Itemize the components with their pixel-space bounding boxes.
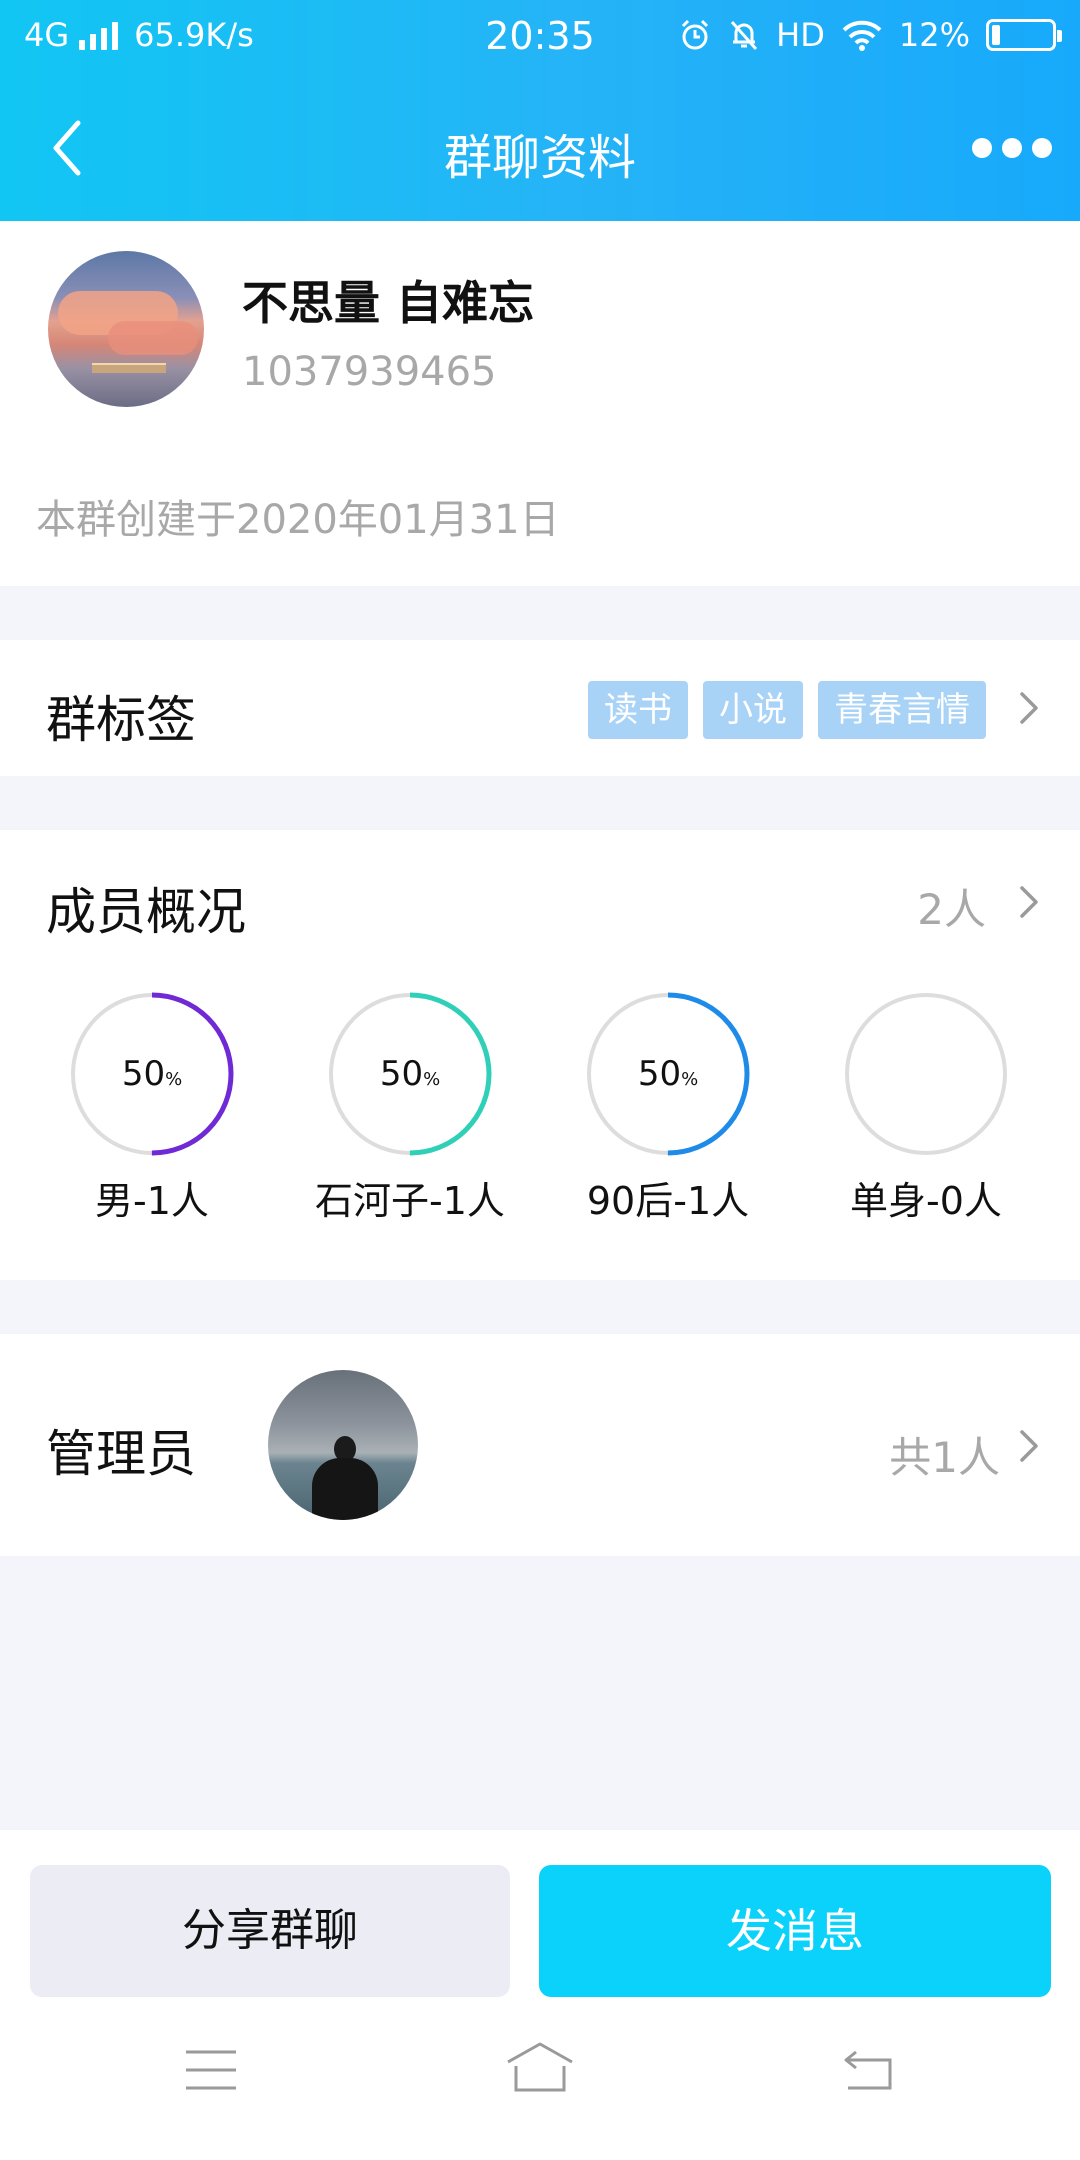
group-id: 1037939465 — [242, 349, 497, 395]
chevron-right-icon — [1020, 1430, 1038, 1462]
group-info-card: 不思量 自难忘 1037939465 本群创建于2020年01月31日 — [0, 221, 1080, 586]
share-group-button[interactable]: 分享群聊 — [30, 1865, 510, 1997]
send-message-button[interactable]: 发消息 — [539, 1865, 1051, 1997]
tag-badge: 读书 — [588, 681, 688, 739]
wifi-icon — [842, 20, 882, 51]
menu-icon[interactable] — [184, 2048, 238, 2092]
stat-label: 石河子-1人 — [315, 1179, 505, 1223]
group-name: 不思量 自难忘 — [242, 276, 535, 330]
member-stat-location: 50% 石河子-1人 — [300, 992, 520, 1225]
back-icon[interactable] — [842, 2048, 896, 2092]
page-title: 群聊资料 — [443, 130, 636, 186]
admin-avatar[interactable] — [268, 1370, 418, 1520]
tag-badge: 小说 — [703, 681, 803, 739]
tag-list: 读书 小说 青春言情 — [588, 681, 986, 739]
stat-percent: 50% — [121, 1054, 183, 1094]
hd-indicator: HD — [776, 16, 825, 54]
stat-label: 90后-1人 — [586, 1179, 750, 1223]
member-overview-title: 成员概况 — [46, 883, 246, 941]
group-created-date: 本群创建于2020年01月31日 — [36, 497, 560, 543]
admin-count: 共1人 — [889, 1433, 1000, 1482]
admin-row[interactable]: 管理员 共1人 — [0, 1334, 1080, 1556]
stat-percent: 50% — [637, 1054, 699, 1094]
mute-bell-icon — [731, 21, 758, 50]
chevron-right-icon — [1020, 886, 1038, 918]
stat-label: 男-1人 — [95, 1179, 209, 1223]
status-right: HD 12% — [678, 16, 1062, 54]
member-overview-section[interactable]: 成员概况 2人 50% 男-1人 50% 石河子-1人 50% 90后-1人 单… — [0, 830, 1080, 1280]
tag-badge: 青春言情 — [818, 681, 986, 739]
battery-icon — [986, 19, 1062, 51]
battery-percent: 12% — [898, 16, 970, 54]
member-stat-age: 50% 90后-1人 — [558, 992, 778, 1225]
stat-percent: 50% — [379, 1054, 441, 1094]
home-icon[interactable] — [504, 2040, 576, 2096]
progress-ring — [845, 993, 1007, 1155]
member-stat-single: 单身-0人 — [816, 992, 1036, 1225]
chevron-right-icon — [1020, 692, 1038, 724]
admin-title: 管理员 — [46, 1425, 196, 1483]
system-navigation-bar — [0, 2042, 1080, 2128]
group-tags-row[interactable]: 群标签 读书 小说 青春言情 — [0, 640, 1080, 776]
bottom-action-bar: 分享群聊 发消息 — [0, 1830, 1080, 2160]
status-bar: 4G 65.9K/s 20:35 HD 12% — [0, 0, 1080, 75]
stat-label: 单身-0人 — [850, 1179, 1002, 1223]
alarm-icon — [682, 19, 709, 50]
header: 4G 65.9K/s 20:35 HD 12% 群聊资料 — [0, 0, 1080, 221]
group-avatar[interactable] — [48, 251, 204, 407]
member-count: 2人 — [917, 885, 986, 934]
member-stat-gender: 50% 男-1人 — [42, 992, 262, 1225]
more-options-icon[interactable] — [972, 138, 1052, 158]
group-tags-title: 群标签 — [46, 691, 196, 749]
